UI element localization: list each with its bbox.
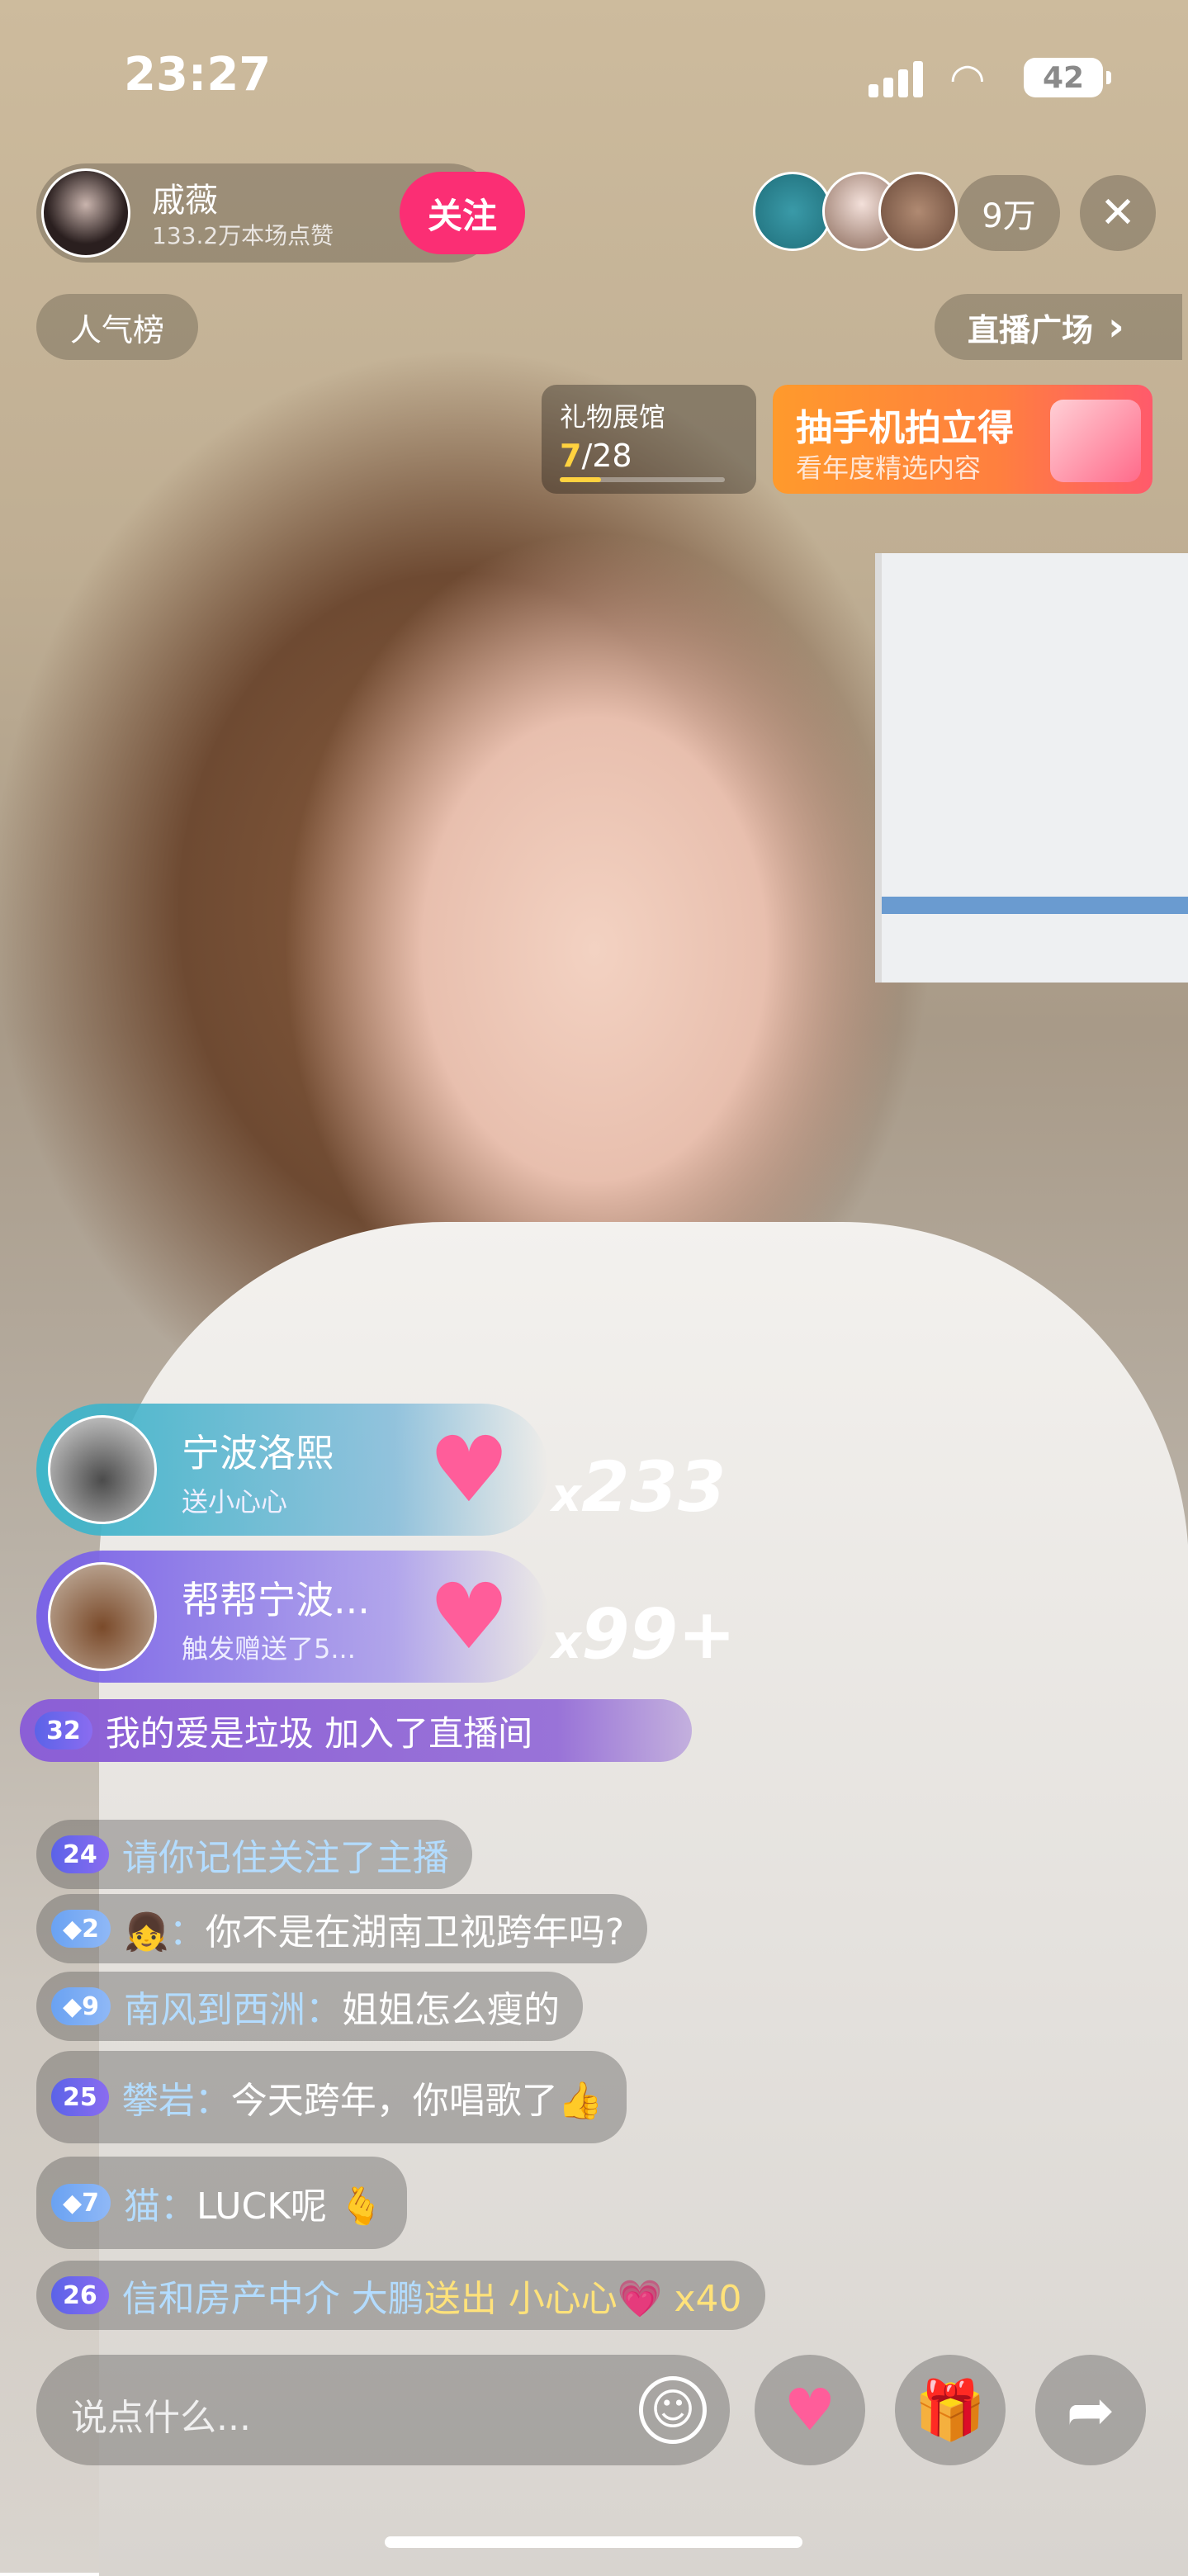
- level-badge: 32: [35, 1712, 92, 1750]
- gift-hall-progress: 7/28: [560, 438, 632, 474]
- chat-text: LUCK呢 🫰: [196, 2185, 384, 2228]
- chat-text: 今天跨年，你唱歌了👍: [230, 2080, 603, 2122]
- level-badge: 24: [51, 1835, 109, 1873]
- battery-icon: 42: [1024, 58, 1111, 97]
- gift-count-value: 233: [581, 1447, 727, 1527]
- enter-notice-text: 我的爱是垃圾 加入了直播间: [105, 1712, 533, 1754]
- chevron-right-icon: ›: [1108, 304, 1124, 350]
- chat-message[interactable]: 25 攀岩： 今天跨年，你唱歌了👍: [36, 2051, 627, 2143]
- viewer-avatar[interactable]: [878, 172, 958, 251]
- level-badge: ◆ 9: [51, 1987, 111, 2025]
- sender-avatar[interactable]: [48, 1415, 157, 1524]
- comment-input[interactable]: 说点什么... ☺: [36, 2355, 730, 2465]
- share-icon: ➦: [1066, 2376, 1115, 2444]
- chat-user[interactable]: 信和房产中介 大鹏: [122, 2269, 424, 2322]
- share-button[interactable]: ➦: [1035, 2355, 1146, 2465]
- host-info[interactable]: 戚薇 133.2万本场点赞 关注: [36, 163, 525, 263]
- gift-box-icon: [1050, 400, 1141, 482]
- chat-message[interactable]: 26 信和房产中介 大鹏 送出 小心心💗 x40: [36, 2261, 765, 2330]
- level-badge: ◆ 7: [51, 2184, 111, 2222]
- chat-text: 姐姐怎么瘦的: [341, 1989, 560, 2031]
- chat-user[interactable]: 请你记住: [122, 1828, 267, 1881]
- promo-subtitle: 看年度精选内容: [796, 452, 982, 484]
- level-badge: 26: [51, 2276, 109, 2314]
- gift-count-prefix: x: [551, 1616, 582, 1669]
- live-plaza-label: 直播广场: [968, 311, 1094, 348]
- like-heart-button[interactable]: ♥: [755, 2355, 865, 2465]
- heart-gift-icon: ♥: [428, 1417, 510, 1522]
- sender-name: 帮帮宁波...: [182, 1578, 370, 1622]
- host-name: 戚薇: [152, 182, 218, 220]
- wall-picture: [875, 553, 1188, 983]
- signal-icon: [869, 61, 926, 97]
- status-bar: 23:27 ◠ 42: [0, 0, 1188, 149]
- host-likes: 133.2万本场点赞: [152, 222, 334, 249]
- chat-user[interactable]: 👧：: [124, 1902, 206, 1955]
- gift-hall-progress-bar: [560, 477, 725, 482]
- level-badge: ◆ 2: [51, 1910, 111, 1948]
- gift-count-value: 99+: [581, 1593, 736, 1674]
- gift-hall-progress-total: /28: [581, 438, 632, 474]
- heart-gift-icon: ♥: [428, 1564, 510, 1669]
- viewer-count[interactable]: 9万: [958, 175, 1060, 251]
- emoji-icon[interactable]: ☺: [639, 2376, 707, 2444]
- gift-button[interactable]: 🎁: [895, 2355, 1006, 2465]
- level-badge: 25: [51, 2078, 109, 2116]
- gift-count-prefix: x: [551, 1469, 582, 1522]
- gift-hall-progress-current: 7: [560, 438, 582, 474]
- popularity-rank-button[interactable]: 人气榜: [36, 294, 198, 360]
- live-plaza-button[interactable]: 直播广场 ›: [935, 294, 1182, 360]
- level-number: 7: [82, 2188, 99, 2218]
- heart-icon: ♥: [783, 2376, 836, 2444]
- gift-description: 送小心心: [182, 1486, 288, 1518]
- chat-text: 关注了主播: [267, 1837, 449, 1879]
- close-icon[interactable]: ✕: [1080, 175, 1156, 251]
- gift-description: 触发赠送了5...: [182, 1633, 356, 1664]
- chat-user[interactable]: 猫：: [124, 2176, 196, 2229]
- chat-text: 送出 小心心💗 x40: [424, 2278, 742, 2320]
- chat-user[interactable]: 攀岩：: [122, 2071, 231, 2124]
- chat-message[interactable]: ◆ 7 猫： LUCK呢 🫰: [36, 2157, 407, 2249]
- gift-count: x99+: [551, 1593, 736, 1674]
- promo-title: 抽手机拍立得: [796, 407, 1014, 449]
- chat-user[interactable]: 南风到西洲：: [124, 1980, 342, 2033]
- gift-hall-card[interactable]: 礼物展馆 7/28: [542, 385, 756, 494]
- wifi-icon: ◠: [949, 54, 986, 102]
- chat-message[interactable]: 24 请你记住 关注了主播: [36, 1820, 472, 1889]
- gift-banner[interactable]: 宁波洛熙 送小心心 ♥: [36, 1404, 548, 1536]
- chat-text: 你不是在湖南卫视跨年吗?: [205, 1911, 625, 1953]
- promo-banner[interactable]: 抽手机拍立得 看年度精选内容: [773, 385, 1153, 494]
- comment-placeholder: 说点什么...: [71, 2397, 251, 2439]
- gift-icon: 🎁: [914, 2375, 987, 2444]
- status-time: 23:27: [124, 48, 272, 102]
- chat-message[interactable]: ◆ 2 👧： 你不是在湖南卫视跨年吗?: [36, 1894, 648, 1963]
- gift-hall-title: 礼物展馆: [560, 401, 666, 433]
- sender-name: 宁波洛熙: [182, 1431, 334, 1475]
- home-indicator[interactable]: [385, 2536, 802, 2548]
- viewer-avatar[interactable]: [753, 172, 832, 251]
- sender-avatar[interactable]: [48, 1562, 157, 1671]
- follow-button[interactable]: 关注: [400, 172, 525, 254]
- gift-banner[interactable]: 帮帮宁波... 触发赠送了5... ♥: [36, 1551, 548, 1683]
- level-number: 9: [82, 1991, 99, 2021]
- enter-notice: 32 我的爱是垃圾 加入了直播间: [20, 1699, 692, 1762]
- chat-message[interactable]: ◆ 9 南风到西洲： 姐姐怎么瘦的: [36, 1972, 583, 2041]
- host-avatar[interactable]: [41, 168, 130, 258]
- gift-count: x233: [551, 1447, 726, 1527]
- level-number: 2: [82, 1914, 99, 1944]
